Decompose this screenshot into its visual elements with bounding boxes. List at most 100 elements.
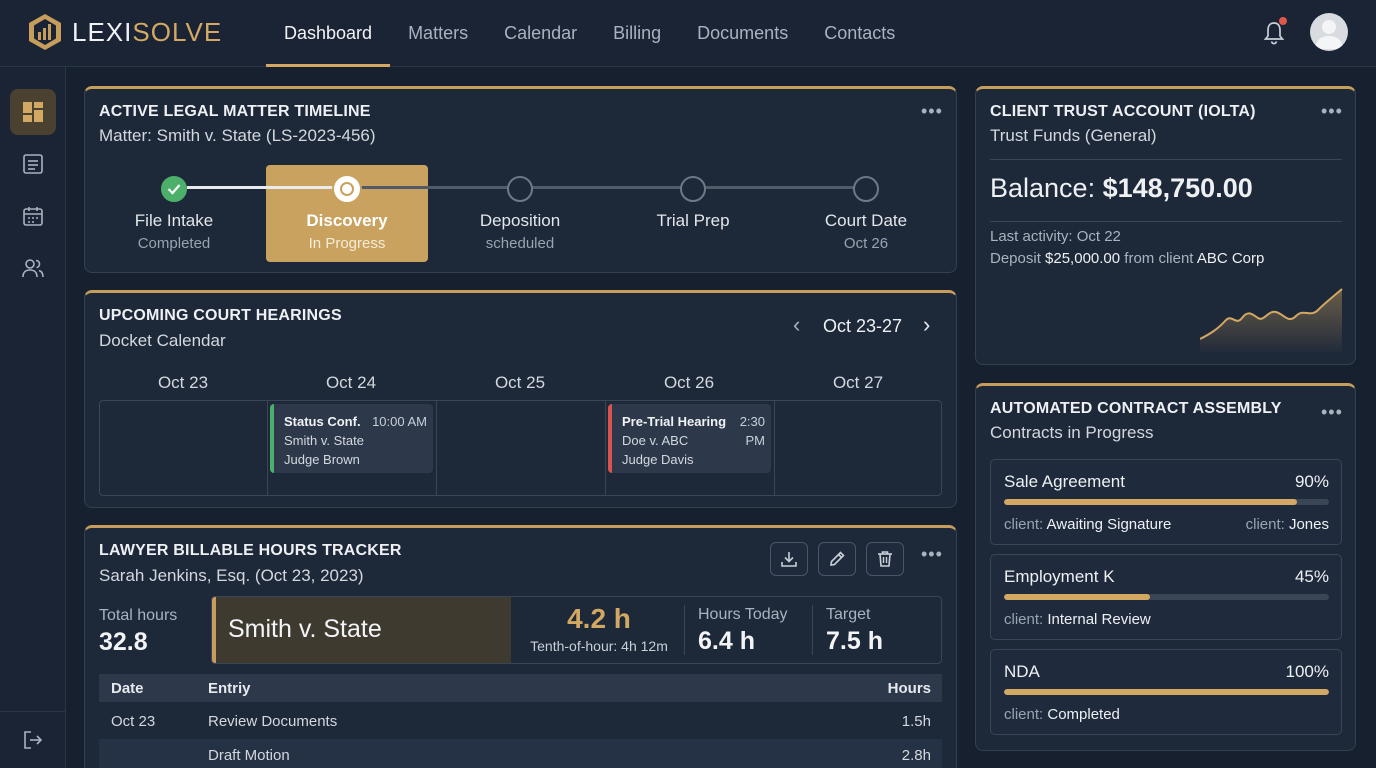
matter-timeline-card: ACTIVE LEGAL MATTER TIMELINE Matter: Smi…	[84, 86, 957, 273]
trust-account-card: CLIENT TRUST ACCOUNT (IOLTA) Trust Funds…	[975, 86, 1356, 365]
hours-today-label: Hours Today	[698, 606, 788, 623]
grid-divider	[605, 401, 606, 495]
column-header: Hours	[887, 680, 931, 697]
sidebar-item-documents[interactable]	[10, 141, 56, 187]
hours-today-value: 6.4 h	[698, 627, 755, 655]
divider	[990, 221, 1342, 222]
progress-fill	[1004, 594, 1151, 600]
day-header: Oct 26	[663, 373, 715, 392]
hearing-event[interactable]: Pre-Trial Hearing 2:30 PM Doe v. ABC Judg…	[608, 404, 771, 473]
contract-item[interactable]: Sale Agreement 90% client: Awaiting Sign…	[990, 459, 1342, 545]
nav-calendar[interactable]: Calendar	[486, 0, 595, 67]
event-case: Smith v. State	[284, 433, 364, 448]
day-header: Oct 25	[494, 373, 546, 392]
timeline-track-line	[347, 186, 865, 189]
nav-matters[interactable]: Matters	[390, 0, 486, 67]
contract-item[interactable]: Employment K 45% client: Internal Review	[990, 554, 1342, 640]
row-date: Oct 23	[111, 713, 156, 730]
step-completed-icon[interactable]	[161, 176, 187, 202]
contract-progress-bar	[1004, 499, 1329, 505]
top-bar: LEXISOLVE Dashboard Matters Calendar Bil…	[0, 0, 1376, 67]
contract-progress-bar	[1004, 689, 1329, 695]
deposit-info: Deposit $25,000.00 from client ABC Corp	[990, 250, 1265, 267]
divider	[684, 605, 685, 655]
contract-client: client: Jones	[1245, 516, 1329, 533]
table-row[interactable]: Draft Motion 2.8h	[99, 739, 942, 768]
more-menu-icon[interactable]: •••	[1321, 402, 1343, 423]
row-entry: Draft Motion	[208, 747, 290, 764]
contract-item[interactable]: NDA 100% client: Completed	[990, 649, 1342, 735]
users-icon	[22, 259, 44, 278]
balance-label: Balance:	[990, 173, 1103, 203]
divider	[990, 159, 1342, 160]
check-icon	[167, 184, 181, 195]
nav-billing[interactable]: Billing	[595, 0, 679, 67]
contract-name: NDA	[1004, 662, 1040, 681]
download-button[interactable]	[770, 542, 808, 576]
column-header: Entriy	[208, 680, 251, 697]
divider	[812, 605, 813, 655]
sidebar-item-dashboard[interactable]	[10, 89, 56, 135]
card-subtitle: Contracts in Progress	[990, 423, 1154, 442]
delete-button[interactable]	[866, 542, 904, 576]
contract-percent: 45%	[1294, 567, 1329, 586]
edit-button[interactable]	[818, 542, 856, 576]
prev-week-button[interactable]: ‹	[793, 312, 800, 338]
more-menu-icon[interactable]: •••	[921, 101, 943, 122]
step-status: Oct 26	[843, 235, 889, 252]
contract-status: client: Awaiting Signature	[1004, 516, 1172, 533]
step-label: Discovery	[306, 211, 388, 230]
more-menu-icon[interactable]: •••	[1321, 101, 1343, 122]
step-label: Deposition	[479, 211, 561, 230]
table-row[interactable]: Oct 23 Review Documents 1.5h	[99, 705, 942, 738]
nav-contacts[interactable]: Contacts	[806, 0, 913, 67]
notification-badge	[1279, 17, 1287, 25]
step-pending-icon[interactable]	[680, 176, 706, 202]
timeline-progress-line	[187, 186, 347, 189]
brand-name: LEXISOLVE	[72, 16, 223, 47]
logout-button[interactable]	[10, 717, 56, 763]
current-matter[interactable]: Smith v. State	[212, 597, 511, 663]
calendar-grid: Status Conf. 10:00 AM Smith v. State Jud…	[99, 400, 942, 496]
dashboard-icon	[23, 102, 43, 122]
contract-progress-bar	[1004, 594, 1329, 600]
row-hours: 2.8h	[901, 747, 931, 764]
step-status: scheduled	[485, 235, 555, 252]
logout-icon	[24, 731, 43, 749]
logo-icon	[29, 14, 61, 50]
sidebar-item-contacts[interactable]	[10, 245, 56, 291]
contract-status: client: Completed	[1004, 706, 1120, 723]
grid-divider	[774, 401, 775, 495]
download-icon	[781, 552, 797, 567]
calendar-icon	[23, 207, 43, 226]
nav-documents[interactable]: Documents	[679, 0, 806, 67]
progress-fill	[1004, 499, 1297, 505]
trash-icon	[878, 551, 892, 567]
nav-dashboard[interactable]: Dashboard	[266, 0, 391, 67]
day-header: Oct 27	[832, 373, 884, 392]
table-header: Date Entriy Hours	[99, 674, 942, 702]
step-status: Completed	[137, 235, 211, 252]
avatar[interactable]	[1310, 13, 1348, 51]
court-hearings-card: UPCOMING COURT HEARINGS Docket Calendar …	[84, 290, 957, 508]
total-hours-label: Total hours	[99, 607, 178, 624]
sidebar-item-calendar[interactable]	[10, 193, 56, 239]
current-ring	[340, 182, 354, 196]
billable-hours-card: LAWYER BILLABLE HOURS TRACKER Sarah Jenk…	[84, 525, 957, 768]
step-pending-icon[interactable]	[853, 176, 879, 202]
current-matter-panel: Smith v. State 4.2 h Tenth-of-hour: 4h 1…	[211, 596, 942, 664]
step-current-icon[interactable]	[334, 176, 360, 202]
target-label: Target	[826, 606, 871, 623]
balance-value: $148,750.00	[1102, 173, 1253, 203]
next-week-button[interactable]: ›	[923, 312, 930, 338]
logo[interactable]: LEXISOLVE	[28, 13, 222, 51]
user-icon	[1315, 20, 1343, 49]
grid-divider	[267, 401, 268, 495]
more-menu-icon[interactable]: •••	[921, 544, 943, 565]
card-subtitle: Trust Funds (General)	[990, 126, 1157, 145]
card-title: ACTIVE LEGAL MATTER TIMELINE	[99, 103, 371, 120]
event-judge: Judge Brown	[284, 452, 360, 467]
hearing-event[interactable]: Status Conf. 10:00 AM Smith v. State Jud…	[270, 404, 433, 473]
contract-name: Sale Agreement	[1004, 472, 1125, 491]
step-pending-icon[interactable]	[507, 176, 533, 202]
